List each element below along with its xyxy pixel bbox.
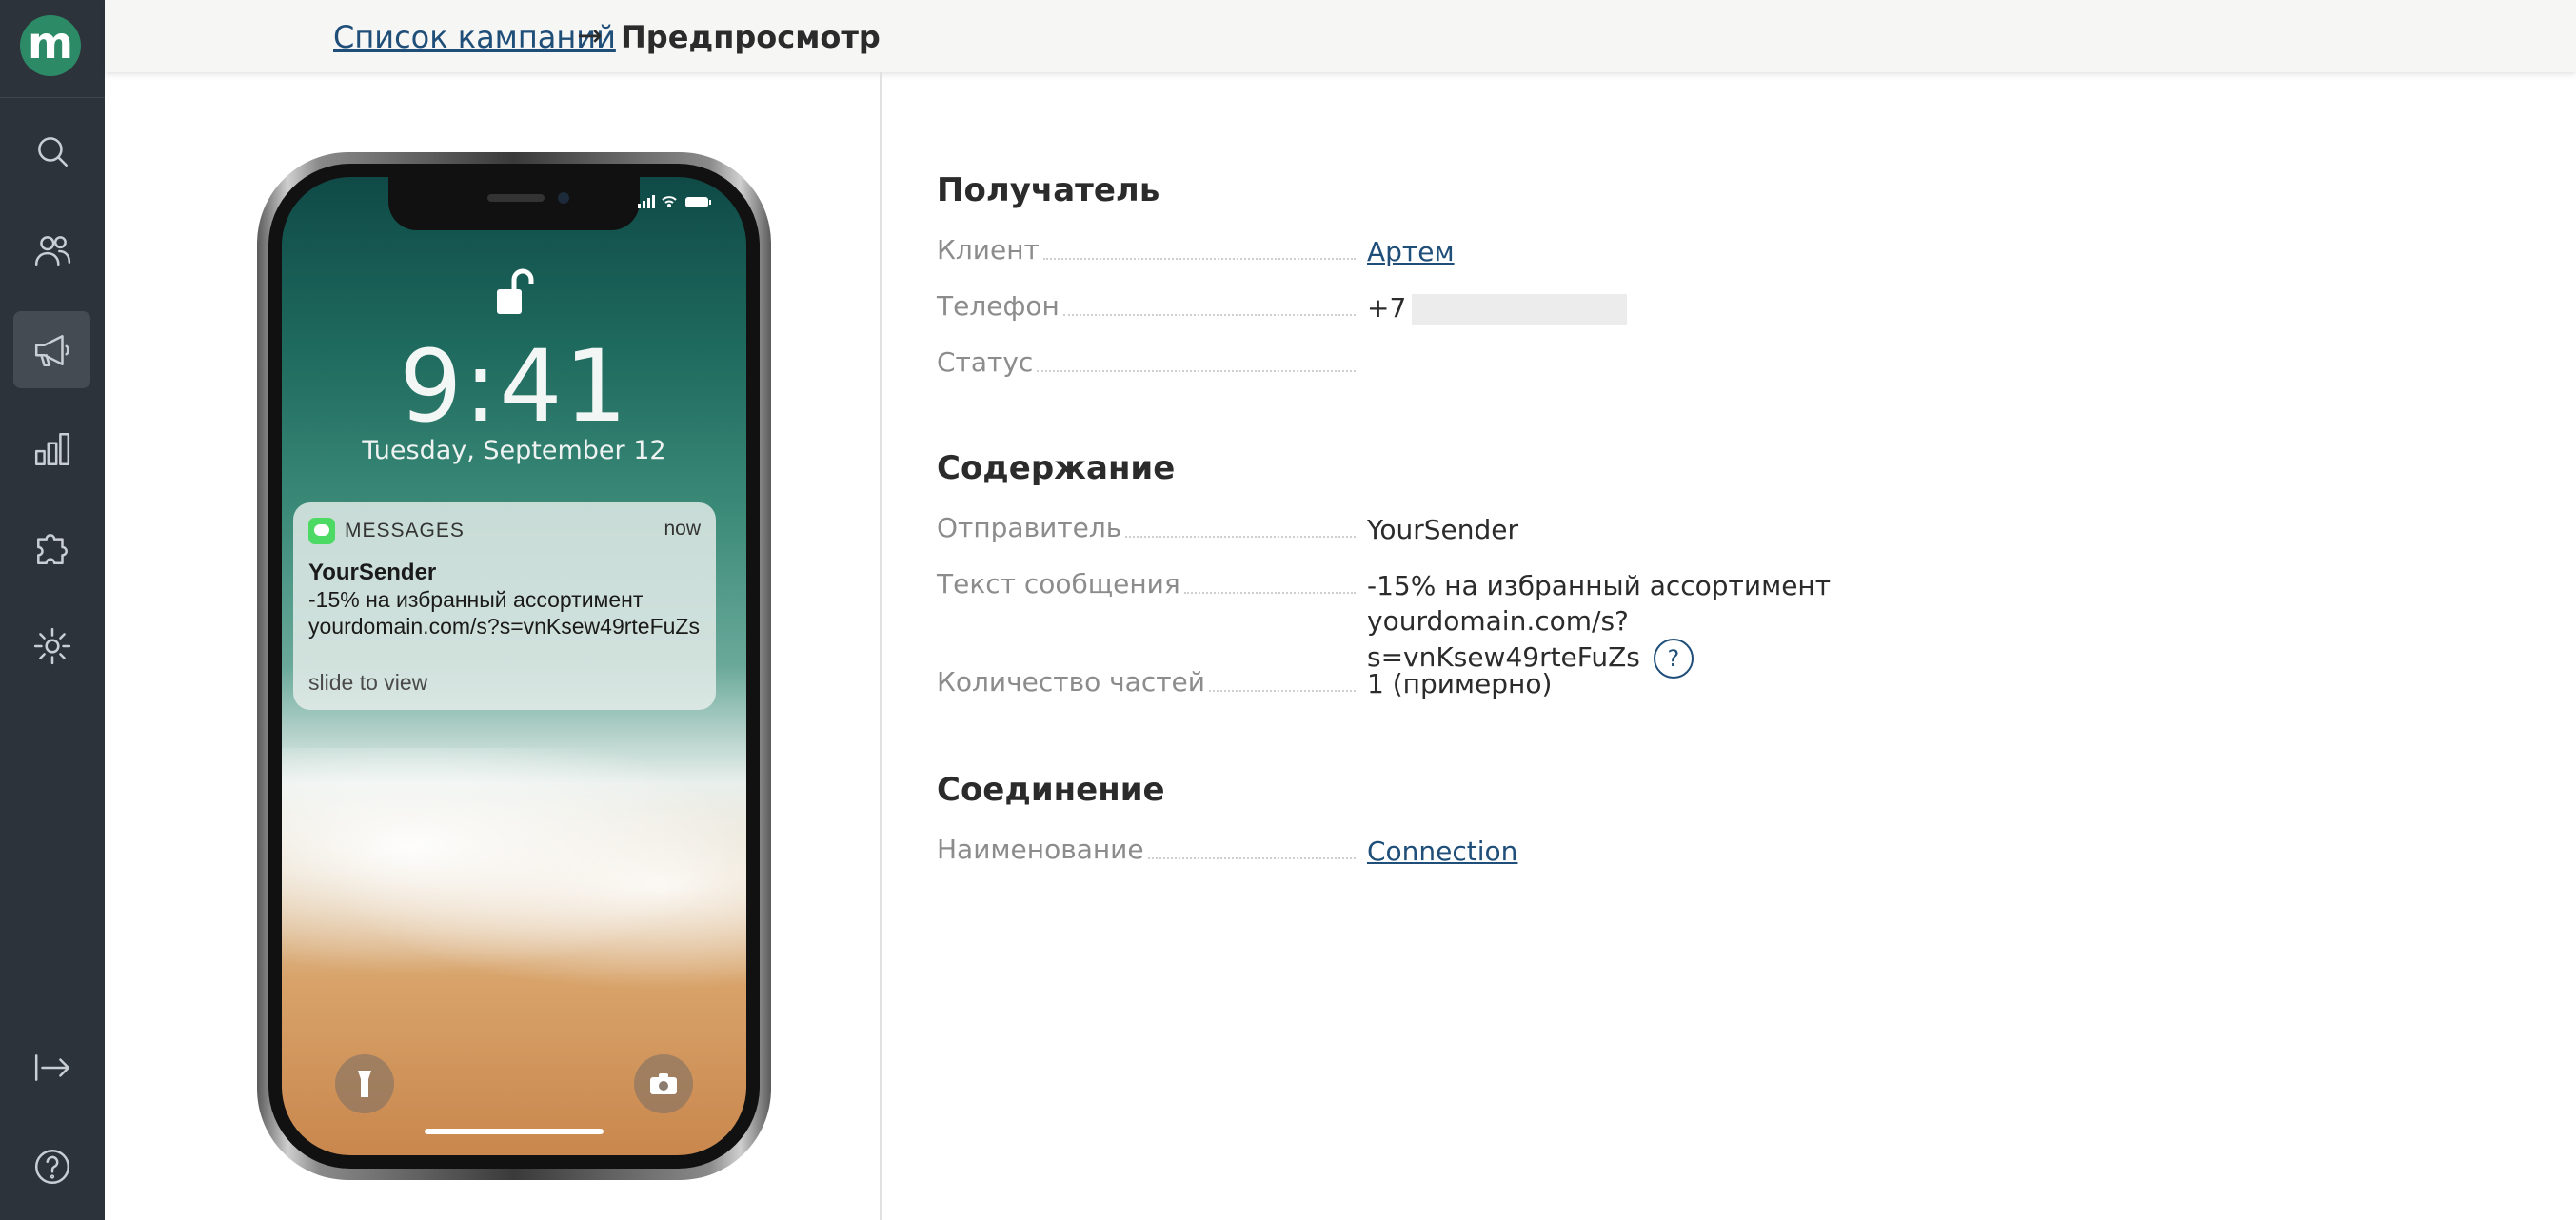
logo[interactable]: m bbox=[20, 15, 81, 76]
wave-foam bbox=[282, 748, 746, 995]
home-indicator bbox=[425, 1129, 604, 1134]
sidebar-item-integrations[interactable] bbox=[13, 508, 90, 585]
notification-sender: YourSender bbox=[308, 560, 437, 585]
sidebar-item-search[interactable] bbox=[13, 112, 90, 189]
message-text-value: -15% на избранный ассортимент yourdomain… bbox=[1367, 568, 2033, 679]
sms-notification: MESSAGES now YourSender -15% на избранны… bbox=[293, 502, 716, 710]
flashlight-icon bbox=[335, 1054, 394, 1113]
sidebar-divider bbox=[0, 97, 105, 98]
phone-notch bbox=[388, 177, 640, 230]
lockscreen-date: Tuesday, September 12 bbox=[362, 436, 666, 465]
megaphone-icon bbox=[34, 334, 69, 366]
status-bar-icons bbox=[638, 194, 714, 213]
sidebar: m bbox=[0, 0, 105, 1220]
breadcrumb-campaign-list-link[interactable]: Список кампаний bbox=[333, 19, 616, 55]
sidebar-item-analytics[interactable] bbox=[13, 410, 90, 487]
unlocked-padlock-icon bbox=[493, 268, 537, 322]
logout-icon bbox=[34, 1053, 69, 1081]
sidebar-item-campaigns[interactable] bbox=[13, 311, 90, 388]
gear-icon bbox=[33, 627, 70, 664]
signal-battery-icon bbox=[638, 195, 711, 208]
breadcrumb-arrow: → bbox=[577, 17, 603, 53]
notification-body: -15% на избранный ассортимент yourdomain… bbox=[308, 587, 700, 639]
sidebar-item-help[interactable] bbox=[13, 1128, 90, 1205]
lockscreen-time: 9:41 bbox=[399, 328, 629, 444]
connection-name-value: Connection bbox=[1367, 834, 1517, 869]
phone-masked-digits bbox=[1412, 294, 1628, 325]
connection-name-label: Наименование bbox=[937, 834, 1356, 865]
messages-app-icon bbox=[308, 518, 335, 544]
parts-count-value: 1 (примерно) bbox=[1367, 668, 1553, 699]
notification-app-name: MESSAGES bbox=[345, 520, 465, 541]
front-camera bbox=[558, 192, 569, 204]
content-section-title: Содержание bbox=[937, 449, 1176, 487]
message-text-line1: -15% на избранный ассортимент yourdomain… bbox=[1367, 570, 1832, 637]
users-icon bbox=[34, 235, 70, 266]
logo-letter: m bbox=[28, 17, 73, 69]
recipient-section-title: Получатель bbox=[937, 171, 1160, 209]
phone-preview: 9:41 Tuesday, September 12 MESSAGES now … bbox=[257, 152, 771, 1180]
help-circle-icon[interactable]: ? bbox=[1653, 639, 1694, 679]
notification-hint: slide to view bbox=[308, 670, 428, 695]
sidebar-item-settings[interactable] bbox=[13, 607, 90, 684]
sidebar-item-clients[interactable] bbox=[13, 211, 90, 288]
phone-bezel: 9:41 Tuesday, September 12 MESSAGES now … bbox=[268, 164, 760, 1169]
message-text-label: Текст сообщения bbox=[937, 568, 1356, 600]
phone-prefix: +7 bbox=[1367, 292, 1407, 324]
camera-icon bbox=[634, 1054, 693, 1113]
sender-label: Отправитель bbox=[937, 512, 1356, 543]
status-label: Статус bbox=[937, 346, 1356, 378]
client-link[interactable]: Артем bbox=[1367, 236, 1455, 267]
parts-count-label: Количество частей bbox=[937, 666, 1356, 698]
client-value: Артем bbox=[1367, 234, 1455, 269]
help-icon bbox=[34, 1149, 69, 1184]
puzzle-icon bbox=[36, 533, 68, 564]
phone-value: +7 bbox=[1367, 290, 1628, 325]
client-label: Клиент bbox=[937, 234, 1356, 266]
phone-label: Телефон bbox=[937, 290, 1356, 322]
bar-chart-icon bbox=[34, 432, 69, 465]
speaker-grille bbox=[487, 194, 545, 202]
sidebar-item-collapse[interactable] bbox=[13, 1029, 90, 1106]
connection-section-title: Соединение bbox=[937, 771, 1165, 809]
connection-link[interactable]: Connection bbox=[1367, 836, 1517, 867]
sender-value: YourSender bbox=[1367, 514, 1519, 545]
panel-divider bbox=[880, 72, 882, 1220]
breadcrumb-current: Предпросмотр bbox=[621, 19, 881, 55]
phone-screen: 9:41 Tuesday, September 12 MESSAGES now … bbox=[282, 177, 746, 1155]
notification-time: now bbox=[664, 518, 701, 540]
top-bar: Список кампаний → Предпросмотр bbox=[105, 0, 2576, 72]
search-icon bbox=[37, 136, 68, 167]
